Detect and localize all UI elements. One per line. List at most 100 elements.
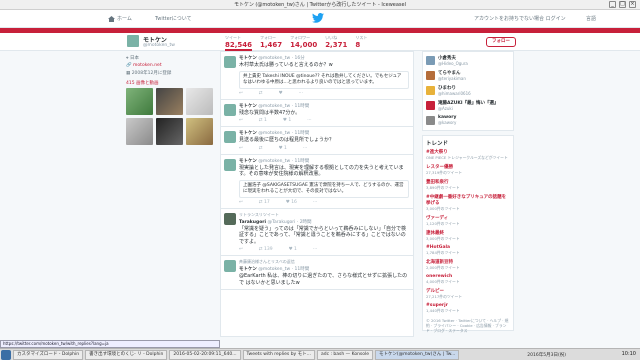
like-button[interactable]: ♥ 1: [283, 118, 291, 123]
maximize-icon[interactable]: □: [619, 1, 626, 8]
follow-button[interactable]: フォロー: [486, 37, 516, 47]
stat-followers[interactable]: フォロワー 14,000: [290, 35, 317, 51]
nav-signup[interactable]: アカウントをお持ちでない場合 ログイン: [474, 15, 566, 22]
tweet-avatar[interactable]: [224, 260, 236, 272]
suggested-account[interactable]: 小倉秀夫 @Hideo_Ogura: [426, 55, 510, 66]
media-thumbnail[interactable]: [156, 118, 183, 145]
nav-language[interactable]: 言語: [586, 15, 596, 22]
nav-about[interactable]: Twitterについて: [155, 15, 192, 22]
tweet-author[interactable]: モトケン: [239, 104, 257, 109]
taskbar-item[interactable]: 2016-05-02-20:09:11_640...: [169, 349, 241, 360]
quoted-tweet[interactable]: 井上貴史 Takeshi INOUE @tinoue?? それは勘弁してください…: [239, 70, 409, 89]
avatar[interactable]: [426, 56, 435, 65]
tweet[interactable]: モトケン @motoken_tw · 11時間 残念な質問は半数47分か。 ↩ ⇄…: [221, 100, 413, 127]
suggested-account[interactable]: ひまわり @himawari0616: [426, 85, 510, 96]
twitter-bird-icon[interactable]: [312, 13, 324, 23]
status-url: https://twitter.com/motoken_tw/with_repl…: [0, 340, 220, 348]
tweet-avatar[interactable]: [224, 103, 236, 116]
media-link[interactable]: 415 画像と動画: [126, 80, 216, 86]
tweet-author[interactable]: モトケン: [239, 56, 257, 61]
reply-icon[interactable]: ↩: [239, 146, 243, 151]
tweet[interactable]: モトケン @motoken_tw · 11時間 見送る最後に歴ちのは程見所でしょ…: [221, 127, 413, 155]
media-thumbnail[interactable]: [186, 118, 213, 145]
tweet-author[interactable]: Tarakugori: [239, 220, 266, 225]
start-menu-icon[interactable]: [1, 349, 11, 360]
like-icon[interactable]: ♥: [279, 91, 283, 96]
retweet-button[interactable]: ⇄ 17: [259, 200, 270, 205]
avatar[interactable]: [426, 115, 435, 125]
reply-icon[interactable]: ↩: [239, 247, 243, 252]
tweet[interactable]: モトケン @motoken_tw · 16分 木村草太氏は勝っていると言えるのか…: [221, 52, 413, 100]
like-button[interactable]: ♥ 16: [286, 200, 297, 205]
tweet-avatar[interactable]: [224, 212, 236, 225]
tweet-author[interactable]: モトケン: [239, 159, 257, 164]
taskbar-item[interactable]: カスタマイズロード - Dolphin: [13, 349, 84, 360]
trend-item[interactable]: onerewich 4,000件のツイート: [426, 274, 510, 285]
tweet-author[interactable]: モトケン: [239, 131, 257, 136]
trend-item[interactable]: 北海道新豆特 2,000件のツイート: [426, 259, 510, 271]
like-button[interactable]: ♥ 1: [279, 146, 287, 151]
like-button[interactable]: ♥ 1: [289, 247, 297, 252]
trend-item[interactable]: #中継劇一番好きなプリキュアの話題を挙げる 3,000件のツイート: [426, 194, 510, 212]
trend-item[interactable]: デルピー 27,217件のツイート: [426, 288, 510, 300]
trend-item[interactable]: #HotGala 1,784件のツイート: [426, 245, 510, 256]
trend-item[interactable]: ヴァーディ 1,120件のツイート: [426, 215, 510, 227]
media-thumbnail[interactable]: [126, 88, 153, 115]
tweet-handle-time: @motoken_tw · 11時間: [258, 131, 310, 136]
avatar[interactable]: [126, 34, 140, 48]
media-thumbnail[interactable]: [156, 88, 183, 115]
suggested-account[interactable]: kawory @kawory: [426, 115, 510, 125]
trend-item[interactable]: 豊田和泉行 3,890件のツイート: [426, 179, 510, 191]
quoted-tweet[interactable]: 上園浩子 @SAKIGASETSUGAE 憲法で衆院を持ち一人で、どうするのか、…: [239, 179, 409, 198]
trend-name[interactable]: #中継劇一番好きなプリキュアの話題を挙げる: [426, 194, 510, 206]
avatar[interactable]: [426, 71, 435, 80]
media-thumbnail[interactable]: [186, 88, 213, 115]
taskbar-clock[interactable]: 10:10: [622, 351, 636, 357]
reply-icon[interactable]: ↩: [239, 200, 243, 205]
nav-home[interactable]: ホーム: [108, 15, 132, 22]
profile-website-link[interactable]: motoken.net: [133, 63, 162, 68]
tweet-author[interactable]: モトケン: [239, 267, 257, 272]
retweet-button[interactable]: ⇄ 139: [259, 247, 273, 252]
taskbar-item[interactable]: Tweets with replies by モト...: [242, 349, 315, 360]
media-thumbnail[interactable]: [126, 118, 153, 145]
retweet-icon[interactable]: ⇄: [259, 91, 263, 96]
retweet-icon[interactable]: ⇄: [259, 146, 263, 151]
more-icon[interactable]: ···: [313, 247, 317, 252]
more-icon[interactable]: ···: [303, 146, 307, 151]
retweet-button[interactable]: ⇄ 1: [259, 118, 267, 123]
minimize-icon[interactable]: _: [609, 1, 616, 8]
taskbar-item[interactable]: adc : bash — Konsole: [316, 349, 374, 360]
avatar[interactable]: [426, 86, 435, 95]
tweet-avatar[interactable]: [224, 158, 236, 171]
tweet[interactable]: リトランスリツイート Tarakugori @Tarakugori · 2時間 …: [221, 209, 413, 256]
tweet[interactable]: モトケン @motoken_tw · 11時間 現実論とした発言は、現実を理解す…: [221, 155, 413, 209]
stat-lists[interactable]: リスト 8: [355, 35, 367, 51]
trend-item[interactable]: レスター優勝 27,319件のツイート: [426, 164, 510, 176]
trend-item[interactable]: 連休最終 3,000件のツイート: [426, 230, 510, 242]
trend-count: 27,319件のツイート: [426, 170, 463, 175]
window-controls: _ □ ×: [609, 1, 636, 8]
more-icon[interactable]: ···: [299, 91, 303, 96]
stat-likes[interactable]: いいね 2,371: [325, 35, 347, 51]
reply-icon[interactable]: ↩: [239, 118, 243, 123]
trend-item[interactable]: #進大祭り ONE PIECE トレジャークルーズなどがツイート: [426, 149, 510, 161]
trend-item[interactable]: #superjr 1,440件のツイート: [426, 303, 510, 314]
taskbar-item[interactable]: 書き出す環境とのくじ- リ - Dolphin: [85, 349, 168, 360]
tweet-avatar[interactable]: [224, 56, 236, 68]
reply-icon[interactable]: ↩: [239, 91, 243, 96]
tweet[interactable]: 斉藤康治様さんとリスベの返信 モトケン @motoken_tw · 11時間 @…: [221, 256, 413, 290]
suggested-account[interactable]: 滝藤AZUKI『最』悔い『選』 @Azuki: [426, 100, 510, 111]
account-handle: @himawari0616: [438, 91, 471, 96]
footer-links[interactable]: © 2016 Twitter · Twitterについて · ヘルプ · 規約 …: [426, 318, 510, 333]
close-icon[interactable]: ×: [629, 1, 636, 8]
avatar[interactable]: [426, 101, 435, 110]
tweet-avatar[interactable]: [224, 131, 236, 143]
like-count: 1: [288, 118, 292, 123]
taskbar-item[interactable]: モトケン(@motoken_tw)さん | Tw...: [375, 349, 460, 360]
stat-tweets[interactable]: ツイート 82,546: [225, 35, 253, 51]
stat-following[interactable]: フォロー 1,467: [260, 35, 282, 51]
more-icon[interactable]: ···: [313, 200, 317, 205]
suggested-account[interactable]: てらやまん @teriyakiman: [426, 70, 510, 81]
more-icon[interactable]: ···: [307, 118, 311, 123]
